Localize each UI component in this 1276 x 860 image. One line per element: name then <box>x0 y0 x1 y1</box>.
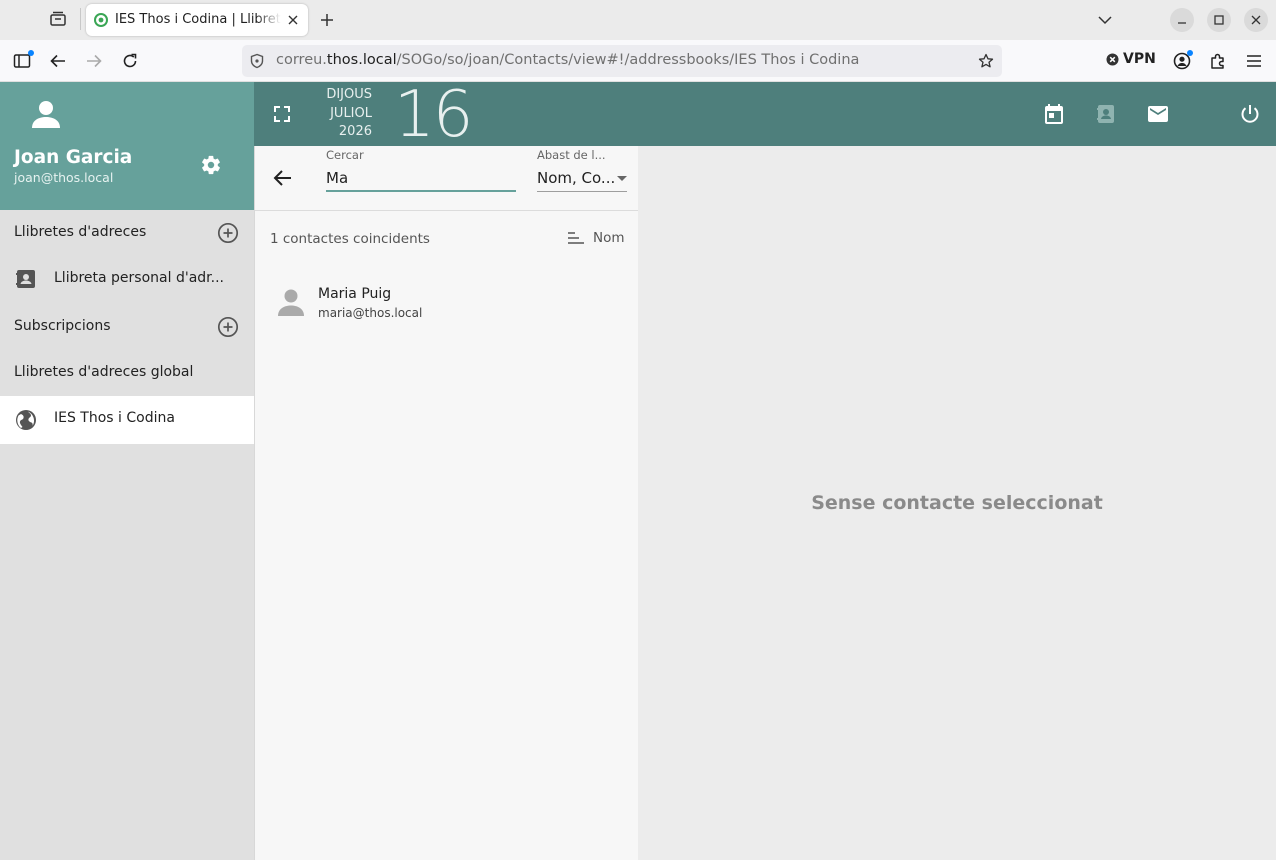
address-bar[interactable]: correu.thos.local/SOGo/so/joan/Contacts/… <box>242 45 1002 77</box>
tab-separator <box>80 8 81 30</box>
search-label: Cercar <box>326 148 364 162</box>
add-address-book-icon[interactable] <box>217 222 239 244</box>
contact-name: Maria Puig <box>318 286 392 302</box>
personal-book-label: Llibreta personal d'adr... <box>54 270 224 286</box>
shield-icon[interactable] <box>249 53 265 69</box>
search-scope-select[interactable]: Nom, Co... <box>537 166 627 192</box>
vpn-status-icon <box>1106 53 1119 66</box>
date-year: 2026 <box>338 124 372 139</box>
app-toolbar: DIJOUS JULIOL 2026 16 <box>254 78 1276 152</box>
browser-tab-bar: IES Thos i Codina | Llibreta d'adreces <box>0 0 1276 40</box>
address-books-title: Llibretes d'adreces <box>14 224 147 240</box>
contacts-icon[interactable] <box>1094 102 1118 126</box>
vpn-label: VPN <box>1123 51 1156 67</box>
close-window-icon[interactable] <box>1244 8 1268 32</box>
tab-list-icon[interactable] <box>44 6 72 32</box>
close-tab-icon[interactable] <box>284 11 302 29</box>
maximize-window-icon[interactable] <box>1207 8 1231 32</box>
reload-icon[interactable] <box>118 49 142 73</box>
account-icon[interactable] <box>1170 49 1194 73</box>
search-scope-label: Abast de l... <box>537 148 606 162</box>
list-item[interactable]: Maria Puig maria@thos.local <box>255 276 639 328</box>
url-text: correu.thos.local/SOGo/so/joan/Contacts/… <box>276 52 860 68</box>
back-icon[interactable] <box>46 49 70 73</box>
subscriptions-title: Subscripcions <box>14 318 111 334</box>
sogo-favicon-icon <box>94 13 108 27</box>
fullscreen-icon[interactable] <box>270 102 294 126</box>
new-tab-icon[interactable] <box>316 9 338 31</box>
sidebar-toggle-icon[interactable] <box>10 49 34 73</box>
globe-icon <box>14 408 38 432</box>
vpn-button[interactable]: VPN <box>1106 51 1156 67</box>
bookmark-star-icon[interactable] <box>978 53 994 69</box>
contacts-list-pane: Cercar Abast de l... Nom, Co... 1 contac… <box>254 146 639 860</box>
global-books-title: Llibretes d'adreces global <box>14 364 194 380</box>
person-icon <box>275 286 307 318</box>
power-icon[interactable] <box>1238 102 1262 126</box>
no-contact-selected-message: Sense contacte seleccionat <box>811 492 1103 514</box>
sidebar-item-ies-thos[interactable]: IES Thos i Codina <box>0 396 254 444</box>
user-email: joan@thos.local <box>14 170 114 185</box>
gear-icon[interactable] <box>200 154 222 176</box>
address-books-section: Llibretes d'adreces <box>0 210 254 256</box>
sidebar: Joan Garcia joan@thos.local Llibretes d'… <box>0 82 254 860</box>
chevron-down-icon[interactable] <box>1094 9 1116 31</box>
browser-tab-active[interactable]: IES Thos i Codina | Llibreta d'adreces <box>86 4 308 36</box>
contact-email: maria@thos.local <box>318 306 423 320</box>
sort-button[interactable]: Nom <box>567 230 625 246</box>
user-header: Joan Garcia joan@thos.local <box>0 82 254 210</box>
date-weekday: DIJOUS <box>326 87 372 102</box>
tab-title: IES Thos i Codina | Llibreta d'adreces <box>115 12 281 27</box>
sort-icon <box>567 231 585 245</box>
browser-nav-bar: correu.thos.local/SOGo/so/joan/Contacts/… <box>0 40 1276 82</box>
contact-book-icon <box>14 267 38 291</box>
app-menu-icon[interactable] <box>1242 49 1266 73</box>
date-day-number: 16 <box>394 78 473 152</box>
forward-icon[interactable] <box>82 49 106 73</box>
caret-down-icon <box>617 176 627 181</box>
date-month: JULIOL <box>330 105 372 121</box>
sort-label: Nom <box>593 230 625 246</box>
date-display: DIJOUS JULIOL 2026 <box>318 86 372 142</box>
search-scope-value: Nom, Co... <box>537 169 616 187</box>
sidebar-item-personal-book[interactable]: Llibreta personal d'adr... <box>0 256 254 302</box>
ies-thos-label: IES Thos i Codina <box>54 410 175 426</box>
calendar-icon[interactable] <box>1042 102 1066 126</box>
mail-icon[interactable] <box>1146 102 1170 126</box>
extensions-icon[interactable] <box>1206 49 1230 73</box>
back-arrow-icon[interactable] <box>271 166 295 190</box>
search-input[interactable] <box>326 166 516 192</box>
subscriptions-section: Subscripcions <box>0 304 254 350</box>
minimize-window-icon[interactable] <box>1170 8 1194 32</box>
user-avatar-icon <box>30 98 62 130</box>
global-books-section: Llibretes d'adreces global <box>0 350 254 396</box>
user-name: Joan Garcia <box>14 147 133 168</box>
matching-count: 1 contactes coincidents <box>270 231 430 247</box>
add-subscription-icon[interactable] <box>217 316 239 338</box>
contact-detail-pane: Sense contacte seleccionat <box>638 146 1276 860</box>
search-bar: Cercar Abast de l... Nom, Co... <box>255 146 639 211</box>
